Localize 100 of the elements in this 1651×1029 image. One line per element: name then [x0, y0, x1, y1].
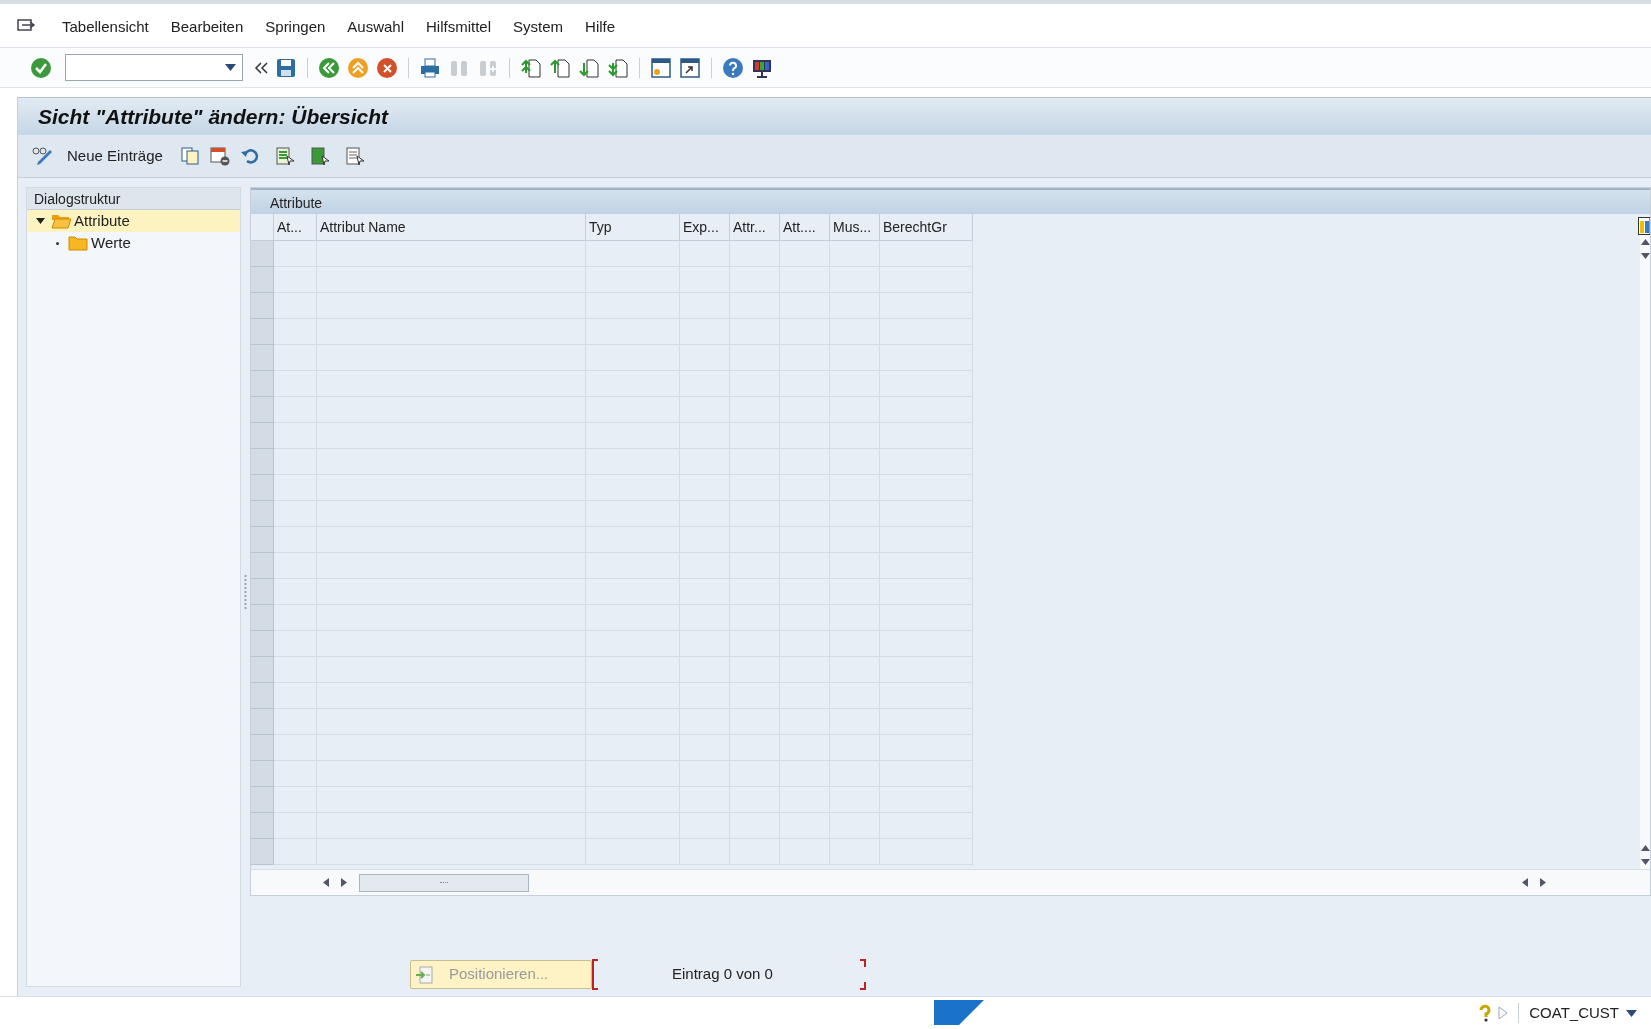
table-cell[interactable]	[274, 553, 317, 579]
command-field[interactable]	[65, 54, 243, 81]
first-page-icon[interactable]	[520, 56, 542, 79]
row-selector[interactable]	[251, 605, 274, 631]
table-cell[interactable]	[274, 345, 317, 371]
table-cell[interactable]	[274, 397, 317, 423]
row-selector[interactable]	[251, 501, 274, 527]
menu-item[interactable]: Auswahl	[336, 15, 416, 38]
table-cell[interactable]	[274, 709, 317, 735]
column-header[interactable]: Att....	[780, 214, 830, 241]
table-cell[interactable]	[274, 475, 317, 501]
row-selector[interactable]	[251, 345, 274, 371]
last-page-icon[interactable]	[607, 56, 629, 79]
new-window-icon[interactable]	[650, 56, 672, 79]
next-page-icon[interactable]	[578, 56, 600, 79]
table-cell[interactable]	[274, 657, 317, 683]
column-layout-icon[interactable]	[1638, 217, 1650, 235]
scroll-up-icon[interactable]	[1640, 845, 1650, 851]
scroll-right-icon[interactable]	[341, 878, 347, 887]
scroll-down-icon[interactable]	[1640, 253, 1650, 259]
pencil-glasses-icon[interactable]	[32, 146, 54, 166]
table-cell[interactable]	[274, 371, 317, 397]
table-cell[interactable]	[274, 631, 317, 657]
row-selector[interactable]	[251, 371, 274, 397]
system-name[interactable]: COAT_CUST	[1529, 1001, 1619, 1025]
row-selector[interactable]	[251, 735, 274, 761]
row-selector[interactable]	[251, 657, 274, 683]
print-icon[interactable]	[419, 56, 441, 79]
row-selector[interactable]	[251, 293, 274, 319]
row-selector[interactable]	[251, 683, 274, 709]
column-header[interactable]: At...	[274, 214, 317, 241]
menu-item[interactable]: System	[502, 15, 575, 38]
row-selector[interactable]	[251, 761, 274, 787]
scrollbar-thumb[interactable]	[359, 873, 529, 892]
column-header[interactable]: Mus...	[830, 214, 880, 241]
row-selector[interactable]	[251, 709, 274, 735]
row-selector[interactable]	[251, 267, 274, 293]
play-icon[interactable]	[1498, 1006, 1509, 1020]
copy-icon[interactable]	[179, 146, 200, 166]
table-cell[interactable]	[586, 241, 680, 267]
undo-icon[interactable]	[239, 146, 260, 166]
row-selector[interactable]	[251, 423, 274, 449]
table-cell[interactable]	[274, 787, 317, 813]
back-icon[interactable]	[318, 56, 340, 79]
table-cell[interactable]	[274, 813, 317, 839]
double-chevron-icon[interactable]	[254, 61, 268, 74]
row-selector[interactable]	[251, 397, 274, 423]
row-selector[interactable]	[251, 579, 274, 605]
table-cell[interactable]	[274, 319, 317, 345]
new-entries-button[interactable]: Neue Einträge	[63, 144, 167, 168]
row-selector[interactable]	[251, 475, 274, 501]
table-cell[interactable]	[274, 501, 317, 527]
table-cell[interactable]	[274, 579, 317, 605]
column-header[interactable]: Typ	[586, 214, 680, 241]
up-icon[interactable]	[347, 56, 369, 79]
dropdown-icon[interactable]	[225, 64, 236, 71]
table-cell[interactable]	[680, 241, 730, 267]
scroll-left-icon[interactable]	[323, 878, 329, 887]
scroll-left-icon[interactable]	[1522, 878, 1528, 887]
check-icon[interactable]	[30, 56, 52, 79]
splitter-handle-icon[interactable]	[244, 574, 247, 609]
table-cell[interactable]	[880, 241, 973, 267]
delete-row-icon[interactable]	[208, 146, 231, 166]
select-all-corner[interactable]	[251, 214, 274, 241]
select-all-icon[interactable]	[274, 146, 295, 166]
select-block-icon[interactable]	[309, 146, 330, 166]
row-selector[interactable]	[251, 241, 274, 267]
menu-item[interactable]: Tabellensicht	[51, 15, 160, 38]
row-selector[interactable]	[251, 449, 274, 475]
shortcut-window-icon[interactable]	[679, 56, 701, 79]
table-cell[interactable]	[274, 683, 317, 709]
table-cell[interactable]	[730, 241, 780, 267]
scroll-up-icon[interactable]	[1640, 239, 1650, 245]
table-cell[interactable]	[274, 241, 317, 267]
previous-page-icon[interactable]	[549, 56, 571, 79]
dropdown-icon[interactable]	[1626, 1009, 1637, 1017]
column-header[interactable]: Attribut Name	[317, 214, 586, 241]
menu-item[interactable]: Springen	[254, 15, 337, 38]
row-selector[interactable]	[251, 839, 274, 865]
table-cell[interactable]	[274, 605, 317, 631]
table-cell[interactable]	[274, 423, 317, 449]
row-selector[interactable]	[251, 553, 274, 579]
table-cell[interactable]	[274, 839, 317, 865]
table-cell[interactable]	[274, 761, 317, 787]
table-cell[interactable]	[780, 241, 830, 267]
column-header[interactable]: Exp...	[680, 214, 730, 241]
save-icon[interactable]	[275, 56, 297, 79]
table-cell[interactable]	[274, 449, 317, 475]
table-cell[interactable]	[274, 735, 317, 761]
scroll-right-icon[interactable]	[1540, 878, 1546, 887]
expand-arrow-icon[interactable]	[36, 218, 45, 224]
tree-item[interactable]: Werte	[91, 231, 131, 255]
menu-item[interactable]: Hilfe	[574, 15, 627, 38]
vertical-scrollbar[interactable]	[1640, 235, 1650, 869]
help-icon[interactable]	[722, 56, 744, 79]
table-cell[interactable]	[274, 293, 317, 319]
row-selector[interactable]	[251, 787, 274, 813]
menu-item[interactable]: Hilfsmittel	[415, 15, 503, 38]
column-header[interactable]: Attr...	[730, 214, 780, 241]
row-selector[interactable]	[251, 319, 274, 345]
